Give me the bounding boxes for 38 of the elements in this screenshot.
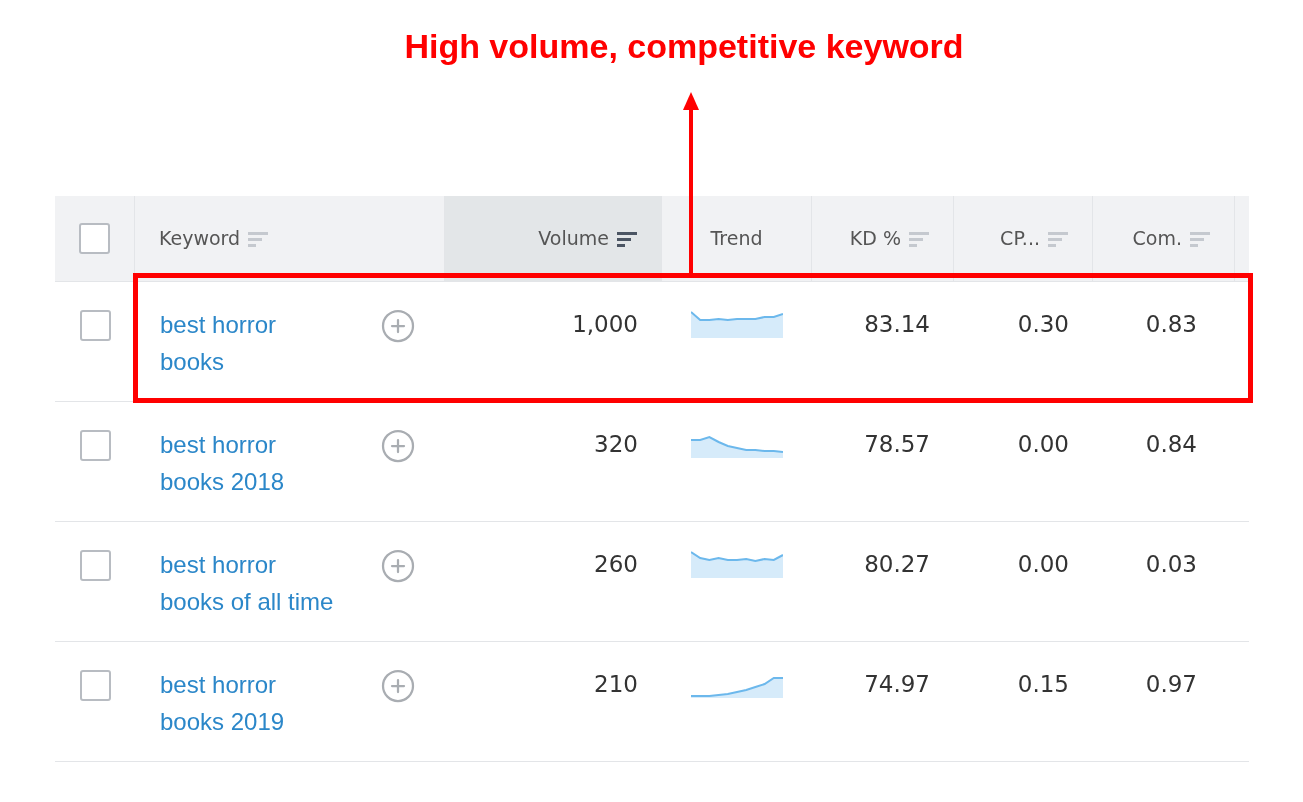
volume-value: 1,000 <box>572 310 638 339</box>
column-header: Com. <box>1132 226 1182 252</box>
kd-value: 83.14 <box>864 310 930 339</box>
column-header: Trend <box>710 226 763 252</box>
sort-icon[interactable] <box>617 229 637 248</box>
column-header: Volume <box>538 226 609 252</box>
com-value: 0.03 <box>1145 550 1197 579</box>
column-header: KD % <box>849 226 901 252</box>
kd-value: 80.27 <box>864 550 930 579</box>
add-icon[interactable] <box>380 548 416 584</box>
keyword-link[interactable]: best horror books 2019 <box>160 666 360 740</box>
sorted-column-header[interactable]: Volume <box>445 196 662 281</box>
checkbox[interactable] <box>79 310 111 341</box>
com-value: 0.97 <box>1145 670 1197 699</box>
cpc-value: 0.00 <box>1017 550 1069 579</box>
kd-value: 74.97 <box>864 670 930 699</box>
keyword-link[interactable]: best horror books 2018 <box>160 426 360 500</box>
cpc-value: 0.15 <box>1017 670 1069 699</box>
keyword-link[interactable]: best horror books <box>160 306 360 380</box>
column-header: CP... <box>1000 226 1040 252</box>
cpc-value: 0.30 <box>1017 310 1069 339</box>
com-value: 0.84 <box>1145 430 1197 459</box>
column-header: Keyword <box>159 226 241 252</box>
annotation-text: High volume, competitive keyword <box>404 26 964 66</box>
keyword-link[interactable]: best horror books of all time <box>160 546 360 620</box>
add-icon[interactable] <box>380 428 416 464</box>
checkbox[interactable] <box>79 670 111 701</box>
volume-value: 260 <box>594 550 638 579</box>
kd-value: 78.57 <box>864 430 930 459</box>
checkbox[interactable] <box>79 430 111 461</box>
add-icon[interactable] <box>380 668 416 704</box>
checkbox[interactable] <box>79 223 110 254</box>
add-icon[interactable] <box>380 308 416 344</box>
com-value: 0.83 <box>1145 310 1197 339</box>
volume-value: 210 <box>594 670 638 699</box>
checkbox[interactable] <box>79 550 111 581</box>
cpc-value: 0.00 <box>1017 430 1069 459</box>
volume-value: 320 <box>594 430 638 459</box>
